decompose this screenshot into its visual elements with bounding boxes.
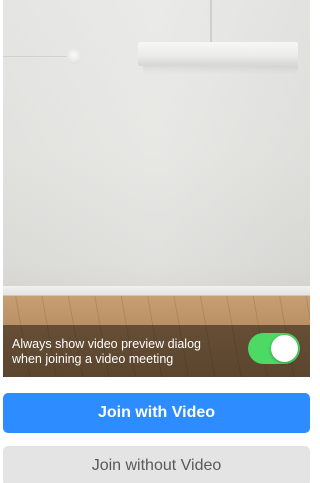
ceiling-cable xyxy=(210,0,212,44)
always-show-preview-toggle[interactable] xyxy=(248,333,300,364)
lamp-shadow xyxy=(143,66,298,74)
toggle-knob xyxy=(271,335,298,362)
wall-cable xyxy=(3,56,75,57)
preview-dialog-toggle-label: Always show video preview dialog when jo… xyxy=(12,337,242,367)
camera-preview xyxy=(3,0,310,377)
join-with-video-button[interactable]: Join with Video xyxy=(3,393,310,433)
wall-socket xyxy=(67,49,82,64)
toggle-label-line-1: Always show video preview dialog xyxy=(12,337,201,351)
wall-lamp xyxy=(138,42,298,66)
toggle-label-line-2: when joining a video meeting xyxy=(12,352,174,366)
join-without-video-button[interactable]: Join without Video xyxy=(3,446,310,483)
video-preview-screen: Always show video preview dialog when jo… xyxy=(0,0,313,483)
baseboard xyxy=(3,286,310,296)
